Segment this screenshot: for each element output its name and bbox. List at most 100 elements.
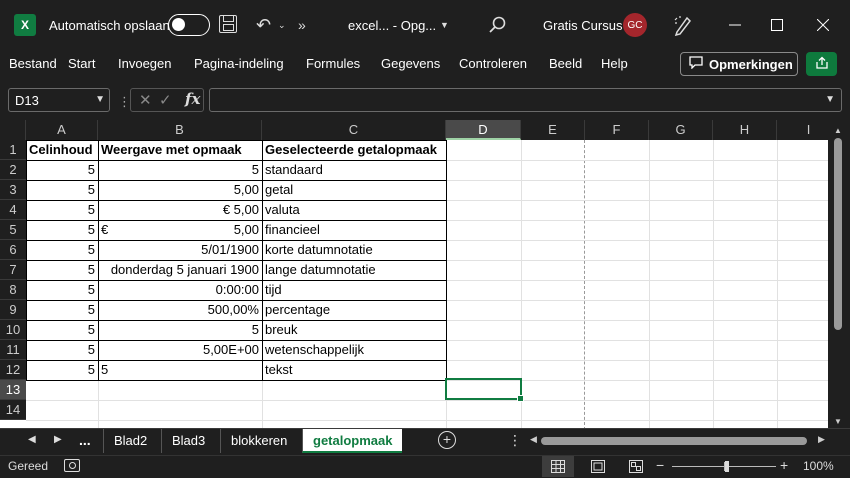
cell-a7[interactable]: 5: [26, 260, 98, 280]
row-header-10[interactable]: 10: [0, 320, 26, 340]
column-header-h[interactable]: H: [713, 120, 777, 140]
row-header-8[interactable]: 8: [0, 280, 26, 300]
cell-a10[interactable]: 5: [26, 320, 98, 340]
worksheet-grid[interactable]: A B C D E F G H I 1 2 3 4 5 6 7 8 9 10 11 12 13 14 Ce…: [0, 120, 828, 428]
column-header-e[interactable]: E: [521, 120, 585, 140]
close-button[interactable]: [800, 0, 846, 50]
cell-b8[interactable]: 0:00:00: [98, 280, 262, 300]
column-header-g[interactable]: G: [649, 120, 713, 140]
row-header-12[interactable]: 12: [0, 360, 26, 380]
column-header-a[interactable]: A: [26, 120, 98, 140]
cell-b2[interactable]: 5: [98, 160, 262, 180]
more-sheets-button[interactable]: ...: [79, 432, 91, 448]
cell-c6[interactable]: korte datumnotatie: [262, 240, 446, 260]
tab-next-icon[interactable]: ▶: [54, 434, 62, 445]
cell-b12[interactable]: 5: [98, 360, 262, 380]
cell-b10[interactable]: 5: [98, 320, 262, 340]
cell-a6[interactable]: 5: [26, 240, 98, 260]
cell-a5[interactable]: 5: [26, 220, 98, 240]
menu-gegevens[interactable]: Gegevens: [381, 56, 440, 71]
cell-a2[interactable]: 5: [26, 160, 98, 180]
menu-formules[interactable]: Formules: [306, 56, 360, 71]
cell-a4[interactable]: 5: [26, 200, 98, 220]
row-header-3[interactable]: 3: [0, 180, 26, 200]
zoom-out-icon[interactable]: −: [656, 457, 664, 473]
tab-options-icon[interactable]: ⋮: [508, 432, 522, 449]
menu-start[interactable]: Start: [68, 56, 95, 71]
cell-c9[interactable]: percentage: [262, 300, 446, 320]
row-header-11[interactable]: 11: [0, 340, 26, 360]
minimize-button[interactable]: [712, 0, 758, 50]
cell-c1[interactable]: Geselecteerde getalopmaak: [262, 140, 446, 160]
column-header-d[interactable]: D: [446, 120, 521, 140]
maximize-button[interactable]: [754, 0, 800, 50]
cell-c12[interactable]: tekst: [262, 360, 446, 380]
file-name[interactable]: excel... - Opg...: [348, 0, 436, 50]
column-header-f[interactable]: F: [585, 120, 649, 140]
row-header-6[interactable]: 6: [0, 240, 26, 260]
cell-b3[interactable]: 5,00: [98, 180, 262, 200]
cell-c8[interactable]: tijd: [262, 280, 446, 300]
select-all-corner[interactable]: [0, 120, 26, 140]
cell-a9[interactable]: 5: [26, 300, 98, 320]
add-sheet-icon[interactable]: +: [438, 431, 456, 449]
chevron-down-icon[interactable]: ▼: [95, 94, 105, 105]
avatar[interactable]: GC: [623, 13, 647, 37]
cell-b7[interactable]: donderdag 5 januari 1900: [98, 260, 262, 280]
cell-b11[interactable]: 5,00E+00: [98, 340, 262, 360]
menu-controleren[interactable]: Controleren: [459, 56, 527, 71]
page-break-view-icon[interactable]: [620, 456, 652, 477]
cell-c11[interactable]: wetenschappelijk: [262, 340, 446, 360]
tab-getalopmaak[interactable]: getalopmaak: [302, 429, 403, 453]
save-icon[interactable]: [219, 15, 237, 33]
vertical-scroll-thumb[interactable]: [834, 138, 842, 330]
comments-button[interactable]: Opmerkingen: [680, 52, 798, 76]
tab-prev-icon[interactable]: ◀: [28, 434, 36, 445]
horizontal-scroll-thumb[interactable]: [541, 437, 807, 445]
cell-b1[interactable]: Weergave met opmaak: [98, 140, 262, 160]
accessibility-icon[interactable]: [64, 459, 80, 472]
row-header-4[interactable]: 4: [0, 200, 26, 220]
cell-b6[interactable]: 5/01/1900: [98, 240, 262, 260]
column-header-i[interactable]: I: [777, 120, 828, 140]
file-dropdown-icon[interactable]: ▼: [440, 0, 449, 50]
search-icon[interactable]: [488, 15, 508, 35]
row-header-7[interactable]: 7: [0, 260, 26, 280]
page-layout-view-icon[interactable]: [582, 456, 614, 477]
row-header-2[interactable]: 2: [0, 160, 26, 180]
column-header-b[interactable]: B: [98, 120, 262, 140]
cell-c4[interactable]: valuta: [262, 200, 446, 220]
row-header-5[interactable]: 5: [0, 220, 26, 240]
cell-c10[interactable]: breuk: [262, 320, 446, 340]
cell-a12[interactable]: 5: [26, 360, 98, 380]
user-name[interactable]: Gratis Cursus: [543, 0, 622, 50]
row-header-1[interactable]: 1: [0, 140, 26, 160]
menu-invoegen[interactable]: Invoegen: [118, 56, 172, 71]
zoom-level[interactable]: 100%: [803, 459, 834, 473]
cell-c5[interactable]: financieel: [262, 220, 446, 240]
cell-b5[interactable]: €5,00: [98, 220, 262, 240]
zoom-slider-thumb[interactable]: [725, 461, 729, 472]
tab-blad3[interactable]: Blad3: [161, 429, 215, 453]
formula-input[interactable]: ▼: [209, 88, 842, 112]
cell-c3[interactable]: getal: [262, 180, 446, 200]
more-commands-icon[interactable]: »: [298, 0, 306, 50]
row-header-9[interactable]: 9: [0, 300, 26, 320]
cell-b9[interactable]: 500,00%: [98, 300, 262, 320]
scroll-down-icon[interactable]: ▼: [834, 417, 842, 426]
cell-a11[interactable]: 5: [26, 340, 98, 360]
share-button[interactable]: [806, 52, 837, 76]
cancel-icon[interactable]: ✕: [139, 91, 152, 109]
column-header-c[interactable]: C: [262, 120, 446, 140]
menu-beeld[interactable]: Beeld: [549, 56, 582, 71]
scroll-right-icon[interactable]: ▶: [818, 434, 825, 445]
pen-icon[interactable]: [673, 14, 693, 36]
check-icon[interactable]: ✓: [159, 91, 172, 109]
menu-bestand[interactable]: Bestand: [9, 56, 57, 71]
cell-a1[interactable]: Celinhoud: [26, 140, 98, 160]
expand-formula-icon[interactable]: ▼: [825, 94, 835, 105]
cell-c2[interactable]: standaard: [262, 160, 446, 180]
scroll-up-icon[interactable]: ▲: [834, 126, 842, 135]
autosave-toggle[interactable]: [168, 14, 210, 36]
scroll-left-icon[interactable]: ◀: [530, 434, 537, 445]
